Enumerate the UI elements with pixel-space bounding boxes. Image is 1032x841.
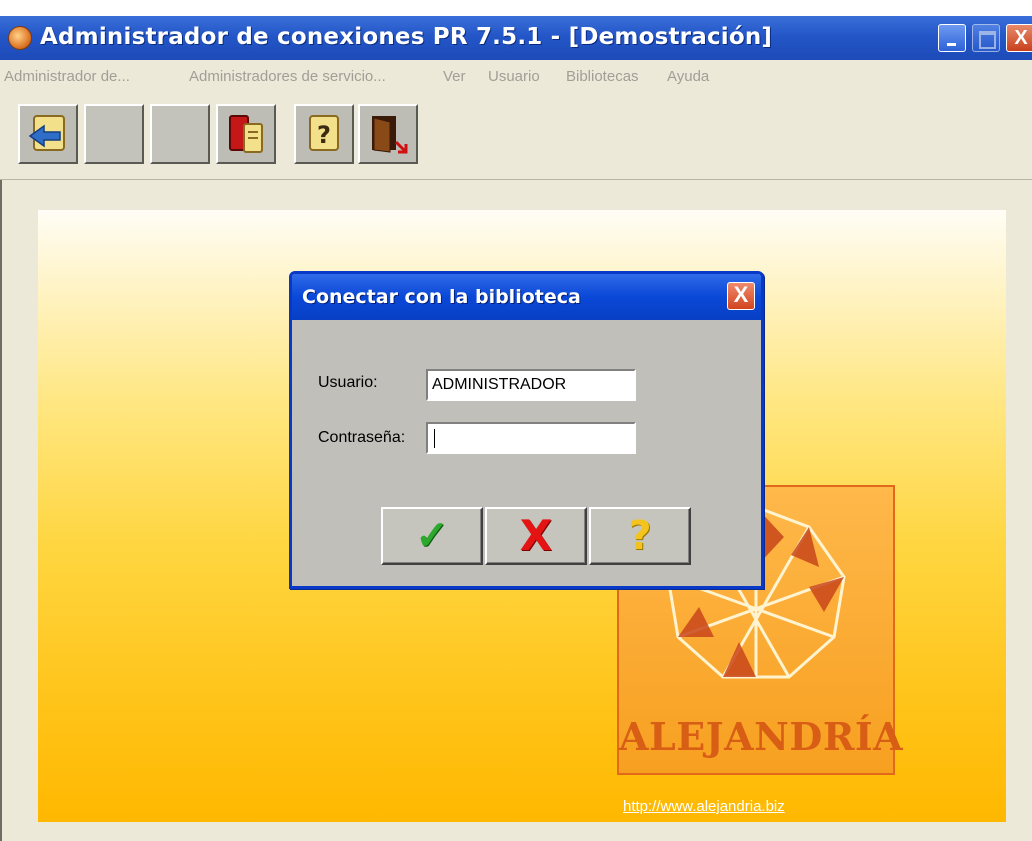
ok-button[interactable]: ✓: [381, 507, 483, 565]
user-label: Usuario:: [318, 374, 378, 391]
dialog-title-bar[interactable]: Conectar con la biblioteca X: [292, 274, 761, 320]
toolbar-button-disabled-2: [150, 104, 210, 164]
password-field[interactable]: [426, 422, 636, 454]
text-caret: [434, 429, 435, 448]
toolbar-button-disabled-1: [84, 104, 144, 164]
help-button[interactable]: ?: [294, 104, 354, 164]
logo-text: ALEJANDRÍA: [619, 714, 904, 759]
exit-button[interactable]: [358, 104, 418, 164]
password-label: Contraseña:: [318, 429, 406, 446]
library-books-icon: [229, 115, 263, 153]
maximize-button: [972, 24, 1000, 52]
menu-bibliotecas[interactable]: Bibliotecas: [566, 68, 639, 85]
toolbar: ?: [0, 94, 1032, 180]
svg-text:?: ?: [317, 121, 331, 149]
menu-ver[interactable]: Ver: [443, 68, 466, 85]
menu-bar: Administrador de... Administradores de s…: [0, 60, 1032, 94]
dialog-title: Conectar con la biblioteca: [302, 286, 581, 308]
dialog-close-button[interactable]: X: [727, 282, 755, 310]
window-title: Administrador de conexiones PR 7.5.1 - […: [40, 24, 773, 50]
window-close-button[interactable]: X: [1006, 24, 1032, 52]
menu-usuario[interactable]: Usuario: [488, 68, 540, 85]
question-mark-icon: ?: [628, 513, 652, 559]
dialog-help-button[interactable]: ?: [589, 507, 691, 565]
connect-button[interactable]: [18, 104, 78, 164]
website-link[interactable]: http://www.alejandria.biz: [623, 798, 785, 815]
menu-ayuda[interactable]: Ayuda: [667, 68, 709, 85]
user-field[interactable]: ADMINISTRADOR: [426, 369, 636, 401]
cancel-button[interactable]: X: [485, 507, 587, 565]
cross-icon: X: [519, 511, 553, 560]
libraries-button[interactable]: [216, 104, 276, 164]
minimize-button[interactable]: [938, 24, 966, 52]
connect-scroll-icon: [28, 115, 65, 151]
exit-door-icon: [372, 116, 408, 154]
app-icon: [8, 26, 32, 50]
checkmark-icon: ✓: [415, 514, 449, 558]
connect-dialog: Conectar con la biblioteca X Usuario: AD…: [289, 271, 764, 589]
help-scroll-icon: ?: [309, 115, 339, 151]
window-title-bar[interactable]: Administrador de conexiones PR 7.5.1 - […: [0, 16, 1032, 60]
menu-administradores-servicio[interactable]: Administradores de servicio...: [189, 68, 386, 85]
menu-administrador[interactable]: Administrador de...: [4, 68, 130, 85]
